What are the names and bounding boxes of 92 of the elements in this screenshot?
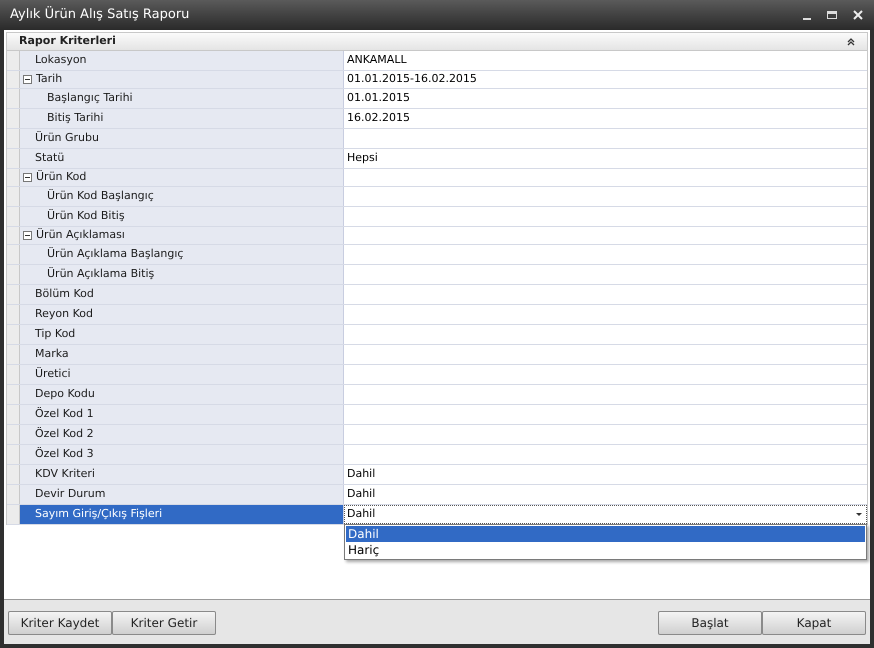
criteria-label: Ürün Grubu: [35, 130, 99, 146]
row-header[interactable]: [7, 51, 20, 70]
label-cell[interactable]: Ürün Kod: [20, 169, 344, 186]
criteria-value[interactable]: Hepsi: [344, 150, 381, 167]
label-cell[interactable]: Reyon Kod: [20, 305, 344, 324]
label-cell[interactable]: Özel Kod 2: [20, 425, 344, 444]
close-icon[interactable]: [853, 10, 863, 20]
label-cell[interactable]: Tarih: [20, 71, 344, 88]
label-cell[interactable]: Özel Kod 3: [20, 445, 344, 464]
criteria-label: Devir Durum: [35, 486, 106, 502]
row-header[interactable]: [7, 285, 20, 304]
row-header[interactable]: [7, 305, 20, 324]
criteria-label: Ürün Kod Bitiş: [47, 208, 125, 224]
row-header[interactable]: [7, 405, 20, 424]
criteria-value[interactable]: Dahil: [344, 466, 378, 483]
criteria-label: Ürün Açıklaması: [36, 227, 125, 244]
label-cell[interactable]: Ürün Kod Başlangıç: [20, 187, 344, 206]
label-cell[interactable]: Bitiş Tarihi: [20, 109, 344, 128]
criteria-label: Özel Kod 3: [35, 446, 94, 462]
criteria-label: Sayım Giriş/Çıkış Fişleri: [35, 506, 162, 522]
criteria-label: Özel Kod 1: [35, 406, 94, 422]
caret-icon: [856, 513, 862, 516]
row-header[interactable]: [7, 265, 20, 284]
footer-button[interactable]: Kapat: [762, 611, 866, 635]
label-cell[interactable]: Bölüm Kod: [20, 285, 344, 304]
dropdown-option[interactable]: Hariç: [346, 542, 865, 558]
label-cell[interactable]: Ürün Grubu: [20, 129, 344, 148]
maximize-icon[interactable]: [827, 11, 837, 19]
label-cell[interactable]: Ürün Kod Bitiş: [20, 207, 344, 226]
row-header[interactable]: [7, 129, 20, 148]
criteria-value[interactable]: 16.02.2015: [344, 110, 413, 127]
label-cell[interactable]: KDV Kriteri: [20, 465, 344, 484]
criteria-label: Ürün Kod: [36, 169, 86, 186]
criteria-value[interactable]: 01.01.2015-16.02.2015: [344, 71, 480, 88]
row-header[interactable]: [7, 385, 20, 404]
row-header[interactable]: [7, 245, 20, 264]
criteria-label: Ürün Kod Başlangıç: [47, 188, 154, 204]
collapse-icon[interactable]: [23, 231, 32, 240]
criteria-label: KDV Kriteri: [35, 466, 95, 482]
label-cell[interactable]: Ürün Açıklama Başlangıç: [20, 245, 344, 264]
label-cell[interactable]: Depo Kodu: [20, 385, 344, 404]
criteria-label: Ürün Açıklama Bitiş: [47, 266, 154, 282]
label-cell[interactable]: Üretici: [20, 365, 344, 384]
criteria-label: Ürün Açıklama Başlangıç: [47, 246, 184, 262]
criteria-label: Özel Kod 2: [35, 426, 94, 442]
row-header[interactable]: [7, 345, 20, 364]
criteria-label: Bitiş Tarihi: [47, 110, 104, 126]
collapse-icon[interactable]: [23, 173, 32, 182]
row-header[interactable]: [7, 89, 20, 108]
dropdown-option[interactable]: Dahil: [346, 526, 865, 542]
row-header[interactable]: [7, 149, 20, 168]
row-header[interactable]: [7, 109, 20, 128]
minimize-icon[interactable]: [803, 18, 811, 20]
label-cell[interactable]: Özel Kod 1: [20, 405, 344, 424]
criteria-label: Tarih: [36, 71, 62, 88]
row-header[interactable]: [7, 207, 20, 226]
panel-title: Rapor Kriterleri: [19, 33, 117, 50]
criteria-label: Bölüm Kod: [35, 286, 94, 302]
label-cell[interactable]: Devir Durum: [20, 485, 344, 504]
criteria-label: Tip Kod: [35, 326, 76, 342]
label-cell[interactable]: Marka: [20, 345, 344, 364]
criteria-value[interactable]: ANKAMALL: [344, 52, 410, 69]
row-header[interactable]: [7, 365, 20, 384]
label-cell[interactable]: Başlangıç Tarihi: [20, 89, 344, 108]
footer-button[interactable]: Başlat: [658, 611, 762, 635]
criteria-label: Üretici: [35, 366, 71, 382]
row-header[interactable]: [7, 485, 20, 504]
label-cell[interactable]: Lokasyon: [20, 51, 344, 70]
footer-button[interactable]: Kriter Getir: [112, 611, 216, 635]
criteria-value[interactable]: 01.01.2015: [344, 90, 413, 107]
label-cell[interactable]: Sayım Giriş/Çıkış Fişleri: [20, 505, 344, 524]
window-title: Aylık Ürün Alış Satış Raporu: [10, 5, 190, 24]
label-cell[interactable]: Statü: [20, 149, 344, 168]
row-header[interactable]: [7, 187, 20, 206]
label-cell[interactable]: Ürün Açıklama Bitiş: [20, 265, 344, 284]
criteria-label: Reyon Kod: [35, 306, 94, 322]
row-header[interactable]: [7, 445, 20, 464]
criteria-label: Lokasyon: [35, 52, 87, 68]
row-header[interactable]: [7, 465, 20, 484]
row-header[interactable]: [7, 505, 20, 524]
criteria-label: Depo Kodu: [35, 386, 95, 402]
criteria-label: Marka: [35, 346, 69, 362]
footer-button[interactable]: Kriter Kaydet: [8, 611, 112, 635]
row-header[interactable]: [7, 425, 20, 444]
collapse-icon[interactable]: [23, 75, 32, 84]
row-header[interactable]: [7, 325, 20, 344]
collapse-icon[interactable]: [847, 38, 855, 46]
criteria-value[interactable]: Dahil: [344, 486, 378, 503]
label-cell[interactable]: Tip Kod: [20, 325, 344, 344]
criteria-label: Statü: [35, 150, 64, 166]
label-cell[interactable]: Ürün Açıklaması: [20, 227, 344, 244]
criteria-label: Başlangıç Tarihi: [47, 90, 133, 106]
